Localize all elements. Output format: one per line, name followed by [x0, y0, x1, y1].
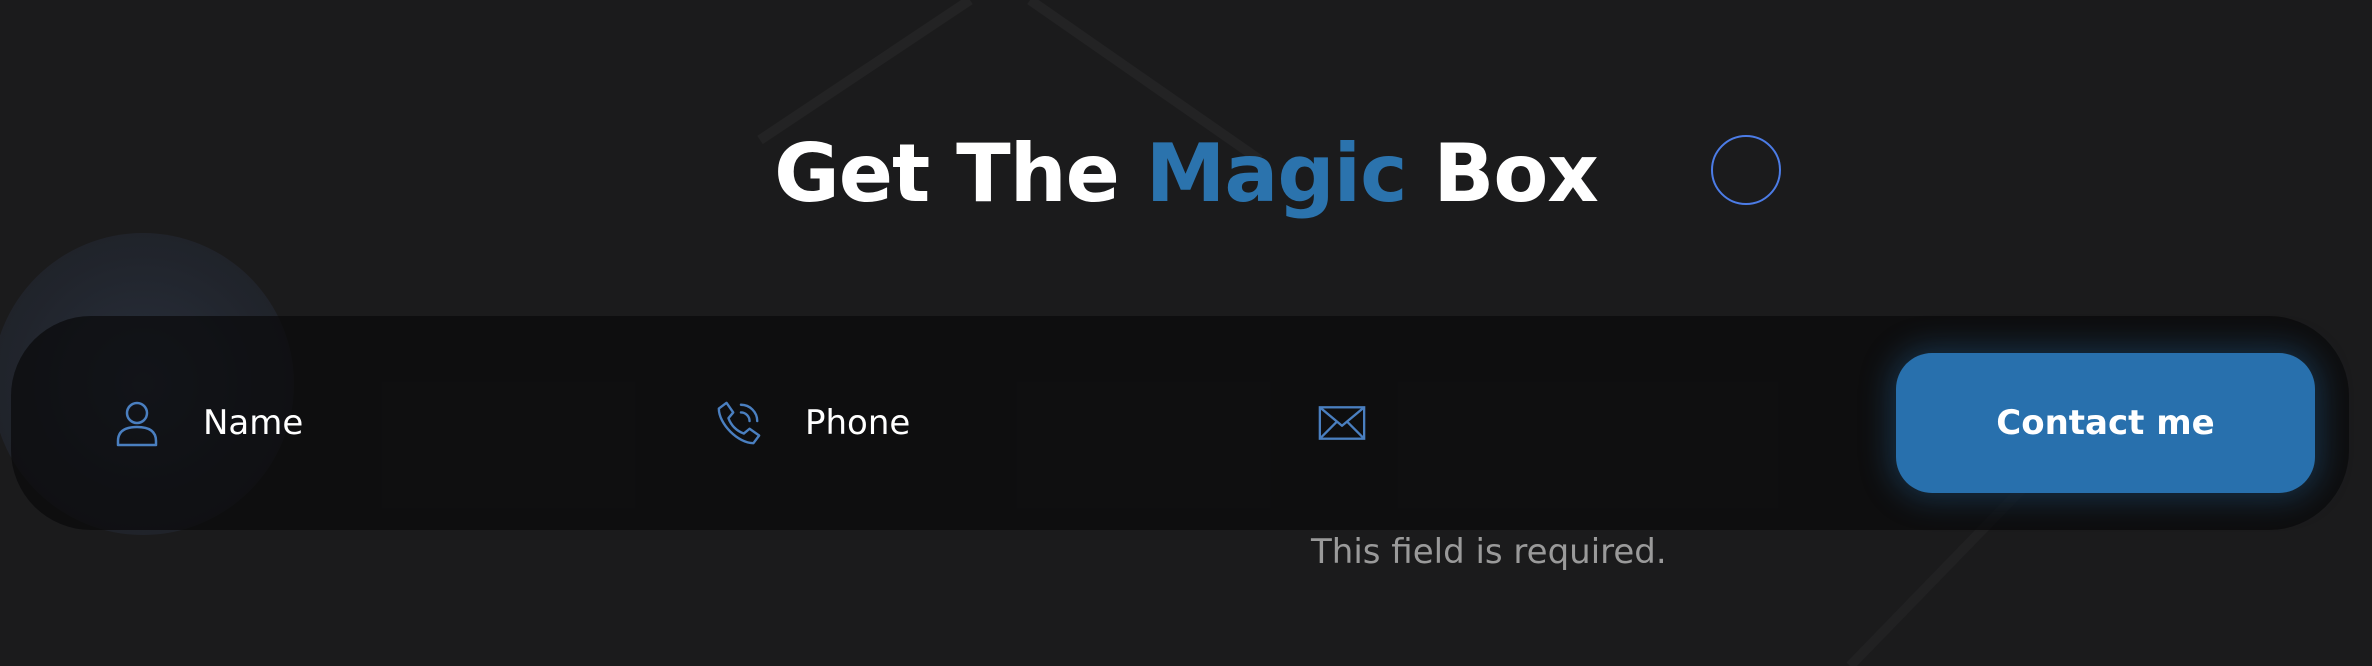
envelope-icon	[1318, 399, 1366, 447]
page-title: Get The Magic Box	[0, 118, 2372, 230]
user-icon	[113, 399, 161, 447]
phone-icon	[715, 399, 763, 447]
title-accent: Magic	[1145, 127, 1408, 220]
page: Get The Magic Box Name Phone Contact me …	[0, 0, 2372, 666]
field-error-message: This field is required.	[1311, 532, 1667, 572]
name-field[interactable]: Name	[113, 316, 303, 530]
title-part-2: Box	[1406, 127, 1599, 220]
name-field-label: Name	[203, 403, 304, 443]
title-part-1: Get The	[774, 127, 1146, 220]
phone-field-label: Phone	[805, 403, 911, 443]
email-field[interactable]	[1318, 316, 1408, 530]
phone-field[interactable]: Phone	[715, 316, 910, 530]
contact-me-button[interactable]: Contact me	[1896, 353, 2315, 493]
ring-icon	[1711, 135, 1781, 205]
